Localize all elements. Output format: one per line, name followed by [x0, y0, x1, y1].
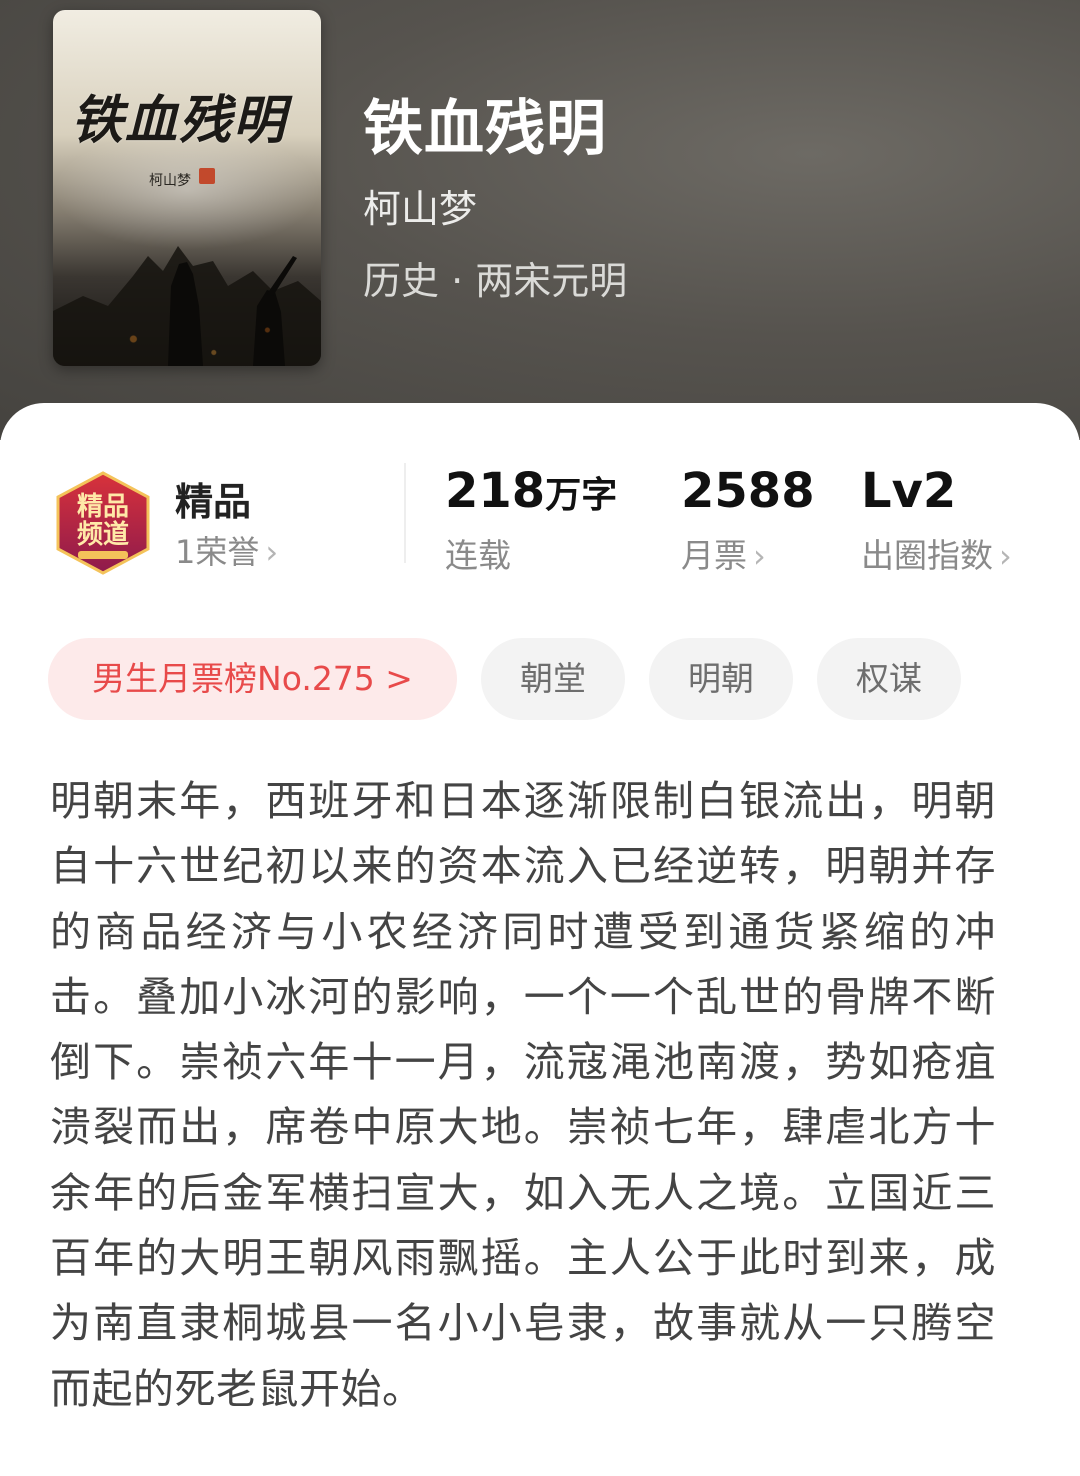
- book-title: 铁血残明: [363, 94, 607, 164]
- cover-author: 柯山梦: [149, 173, 191, 189]
- monthly-ticket-rank-tag[interactable]: 男生月票榜No.275 >: [48, 638, 457, 720]
- word-count-unit: 万字: [545, 475, 618, 516]
- book-author[interactable]: 柯山梦: [363, 178, 477, 233]
- monthly-tickets-value: 2588: [681, 463, 815, 519]
- book-genre[interactable]: 历史 · 两宋元明: [363, 250, 627, 305]
- tag-quanmou[interactable]: 权谋: [817, 638, 961, 720]
- popularity-level-value: Lv2: [861, 463, 957, 519]
- book-cover[interactable]: 铁血残明 柯山梦: [53, 10, 321, 366]
- tag-chaotang[interactable]: 朝堂: [481, 638, 625, 720]
- honor-count-text: 1荣誉: [175, 533, 260, 571]
- chevron-right-icon: ›: [753, 537, 766, 575]
- honor-count: 1荣誉 ›: [175, 527, 278, 573]
- book-header: 铁血残明 柯山梦 铁血残明 柯山梦 历史 · 两宋元明: [0, 0, 1080, 440]
- stat-monthly-tickets[interactable]: 2588 月票 ›: [681, 463, 815, 577]
- stats-divider: [404, 463, 406, 563]
- jingpin-pindao-badge-icon: 精品 频道: [56, 471, 150, 575]
- book-info-card: 精品 频道 精品 1荣誉 › 218万字 连载 2588 月票 › Lv2 出圈指数…: [0, 403, 1080, 1476]
- serial-status-label: 连载: [445, 536, 511, 575]
- cover-seal: [199, 168, 215, 184]
- honor-section[interactable]: 精品 频道 精品 1荣誉 ›: [48, 463, 368, 583]
- stat-popularity-index[interactable]: Lv2 出圈指数 ›: [861, 463, 1012, 577]
- badge-text-2: 频道: [77, 519, 129, 550]
- chevron-right-icon: ›: [265, 533, 279, 571]
- tag-mingchao[interactable]: 明朝: [649, 638, 793, 720]
- cover-embers: [53, 276, 321, 366]
- book-synopsis[interactable]: 明朝末年，西班牙和日本逐渐限制白银流出，明朝自十六世纪初以来的资本流入已经逆转，…: [50, 769, 996, 1422]
- monthly-tickets-label: 月票: [681, 536, 747, 575]
- badge-text-1: 精品: [77, 492, 129, 522]
- popularity-index-label: 出圈指数: [861, 536, 993, 575]
- word-count-value: 218: [445, 463, 546, 519]
- honor-title: 精品: [175, 480, 252, 524]
- stat-word-count: 218万字 连载: [445, 463, 617, 577]
- cover-title: 铁血残明: [71, 90, 288, 151]
- chevron-right-icon: ›: [999, 537, 1012, 575]
